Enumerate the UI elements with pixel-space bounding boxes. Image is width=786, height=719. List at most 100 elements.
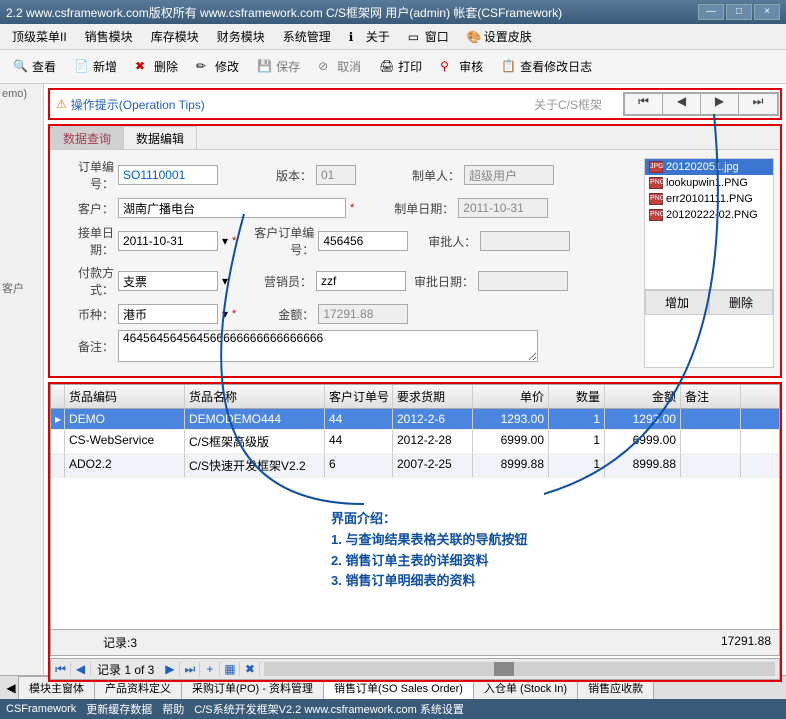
pager-text: 记录 1 of 3 [91, 661, 160, 678]
menu-window[interactable]: ▭窗口 [400, 26, 457, 47]
recv-date-input[interactable] [118, 231, 218, 251]
png-icon: PNG [649, 177, 663, 189]
pager: ⏮ ◀ 记录 1 of 3 ▶ ⏭ + ▦ ✖ [50, 658, 780, 680]
h-scrollbar[interactable] [264, 662, 775, 676]
skin-icon: 🎨 [467, 30, 481, 44]
png-icon: PNG [649, 193, 663, 205]
customer-label: 客户： [56, 200, 114, 217]
approver-label: 审批人： [412, 233, 476, 250]
file-item[interactable]: PNGerr20101111.PNG [645, 191, 773, 207]
col-code[interactable]: 货品编码 [65, 385, 185, 408]
delete-button[interactable]: ✖删除 [128, 54, 185, 79]
pager-first[interactable]: ⏮ [51, 662, 71, 677]
print-button[interactable]: 🖨打印 [372, 54, 429, 79]
file-item[interactable]: PNG20120222-02.PNG [645, 207, 773, 223]
menu-system[interactable]: 系统管理 [275, 26, 339, 47]
intro-annotation: 界面介绍： 1. 与查询结果表格关联的导航按钮 2. 销售订单主表的详细资料 3… [331, 509, 527, 592]
stamp-icon: ⚲ [440, 59, 456, 75]
pager-last[interactable]: ⏭ [180, 662, 200, 677]
col-co[interactable]: 客户订单号 [325, 385, 393, 408]
col-name[interactable]: 货品名称 [185, 385, 325, 408]
pager-prev[interactable]: ◀ [71, 662, 91, 676]
save-button[interactable]: 💾保存 [250, 54, 307, 79]
cancel-button[interactable]: ⊘取消 [311, 54, 368, 79]
menu-finance[interactable]: 财务模块 [209, 26, 273, 47]
add-button[interactable]: 📄新增 [67, 54, 124, 79]
version-input [316, 165, 356, 185]
lp-customer[interactable]: 客户 [2, 280, 41, 296]
tab-edit[interactable]: 数据编辑 [123, 126, 197, 149]
detail-grid: 货品编码 货品名称 客户订单号 要求货期 单价 数量 金额 备注 ▸ DEMOD… [50, 384, 780, 656]
amount-label: 金额： [240, 306, 314, 323]
sales-input[interactable] [316, 271, 406, 291]
order-no-label: 订单编号： [56, 158, 114, 192]
lp-demo[interactable]: emo) [2, 88, 41, 100]
menu-top[interactable]: 顶级菜单II [4, 26, 75, 47]
pager-next[interactable]: ▶ [160, 662, 180, 676]
close-button[interactable]: × [754, 4, 780, 20]
status-cache[interactable]: 更新缓存数据 [86, 701, 152, 717]
col-price[interactable]: 单价 [473, 385, 549, 408]
maximize-button[interactable]: □ [726, 4, 752, 20]
nav-last-button[interactable]: ⏭ [739, 94, 777, 114]
col-amt[interactable]: 金额 [605, 385, 681, 408]
tab-scroll-left[interactable]: ◀ [4, 681, 18, 695]
version-label: 版本： [222, 167, 312, 184]
jpg-icon: JPG [649, 161, 663, 173]
view-button[interactable]: 🔍查看 [6, 54, 63, 79]
log-icon: 📋 [501, 59, 517, 75]
col-rmk[interactable]: 备注 [681, 385, 741, 408]
create-date-label: 制单日期： [358, 200, 454, 217]
chevron-down-icon[interactable]: ▾ [222, 274, 228, 288]
delete-icon: ✖ [135, 59, 151, 75]
currency-label: 币种： [56, 306, 114, 323]
col-date[interactable]: 要求货期 [393, 385, 473, 408]
pager-x[interactable]: ✖ [240, 662, 260, 676]
nav-next-button[interactable]: ▶ [701, 94, 739, 114]
approve-button[interactable]: ⚲审核 [433, 54, 490, 79]
chevron-down-icon[interactable]: ▾ [222, 307, 228, 321]
info-icon: ℹ [349, 30, 363, 44]
pager-add[interactable]: + [200, 662, 220, 676]
chevron-down-icon[interactable]: ▾ [222, 234, 228, 248]
table-row[interactable]: CS-WebServiceC/S框架高级版442012-2-286999.001… [51, 430, 779, 454]
minimize-button[interactable]: — [698, 4, 724, 20]
col-qty[interactable]: 数量 [549, 385, 605, 408]
order-no-input[interactable] [118, 165, 218, 185]
status-help[interactable]: 帮助 [162, 701, 184, 717]
cust-order-input[interactable] [318, 231, 408, 251]
tips-center: 关于C/S框架 [514, 96, 622, 113]
approver-input [480, 231, 570, 251]
amount-input [318, 304, 408, 324]
add-icon: 📄 [74, 59, 90, 75]
tab-query[interactable]: 数据查询 [50, 126, 124, 149]
menu-sales[interactable]: 销售模块 [77, 26, 141, 47]
file-item[interactable]: PNGlookupwin1.PNG [645, 175, 773, 191]
customer-input[interactable] [118, 198, 346, 218]
creator-input [464, 165, 554, 185]
table-row[interactable]: ADO2.2C/S快速开发框架V2.262007-2-258999.881899… [51, 454, 779, 478]
file-item[interactable]: JPG201202051.jpg [645, 159, 773, 175]
menu-about[interactable]: ℹ关于 [341, 26, 398, 47]
statusbar: CSFramework 更新缓存数据 帮助 C/S系统开发框架V2.2 www.… [0, 699, 786, 719]
table-row[interactable]: ▸ DEMODEMODEMO444442012-2-61293.0011293.… [51, 409, 779, 430]
menu-skin[interactable]: 🎨设置皮肤 [459, 26, 540, 47]
file-panel: JPG201202051.jpg PNGlookupwin1.PNG PNGer… [644, 158, 774, 368]
log-button[interactable]: 📋查看修改日志 [494, 54, 599, 79]
remark-input[interactable]: 464564564564566666666666666666 [118, 330, 538, 362]
edit-button[interactable]: ✏修改 [189, 54, 246, 79]
creator-label: 制单人： [360, 167, 460, 184]
pager-del[interactable]: ▦ [220, 662, 240, 676]
pay-input[interactable] [118, 271, 218, 291]
currency-input[interactable] [118, 304, 218, 324]
tips-label[interactable]: 操作提示(Operation Tips) [71, 96, 205, 113]
file-del-button[interactable]: 删除 [709, 290, 773, 315]
status-framework[interactable]: CSFramework [6, 703, 76, 715]
menu-stock[interactable]: 库存模块 [143, 26, 207, 47]
menubar: 顶级菜单II 销售模块 库存模块 财务模块 系统管理 ℹ关于 ▭窗口 🎨设置皮肤 [0, 24, 786, 50]
nav-prev-button[interactable]: ◀ [663, 94, 701, 114]
nav-first-button[interactable]: ⏮ [625, 94, 663, 114]
recv-date-label: 接单日期： [56, 224, 114, 258]
search-icon: 🔍 [13, 59, 29, 75]
file-add-button[interactable]: 增加 [645, 290, 709, 315]
